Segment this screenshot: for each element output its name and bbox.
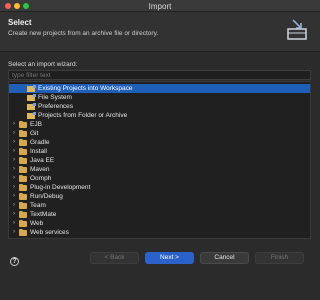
wizard-tree[interactable]: ▾ Existing Projects into Workspace File …	[8, 81, 311, 239]
tree-group[interactable]: › Web	[9, 219, 310, 228]
folder-icon	[19, 193, 27, 200]
next-button[interactable]: Next >	[145, 252, 194, 264]
chevron-right-icon[interactable]: ›	[11, 192, 17, 201]
tree-group[interactable]: › Git	[9, 129, 310, 138]
tree-group-label: Oomph	[30, 175, 52, 182]
chevron-right-icon[interactable]: ›	[11, 201, 17, 210]
folder-icon	[19, 121, 27, 128]
tree-group-label: Git	[30, 130, 39, 137]
folder-icon	[19, 166, 27, 173]
folder-icon	[19, 130, 27, 137]
tree-group[interactable]: › Maven	[9, 165, 310, 174]
import-dialog: Import Select Create new projects from a…	[0, 0, 320, 300]
help-icon[interactable]: ?	[10, 257, 19, 266]
tree-group[interactable]: › Gradle	[9, 138, 310, 147]
tree-item-label: Preferences	[38, 103, 74, 110]
wizard-list-label: Select an import wizard:	[8, 61, 78, 68]
page-description: Create new projects from an archive file…	[8, 30, 159, 37]
wizard-icon	[27, 85, 36, 92]
finish-button[interactable]: Finish	[255, 252, 304, 264]
tree-group-label: Plug-in Development	[30, 184, 91, 191]
tree-group-label: Team	[30, 202, 46, 209]
tree-group-label: Install	[30, 148, 47, 155]
wizard-header: Select Create new projects from an archi…	[0, 12, 320, 52]
tree-group[interactable]: › Team	[9, 201, 310, 210]
tree-group-label: Run/Debug	[30, 193, 63, 200]
tree-item-label: File System	[38, 94, 72, 101]
wizard-icon	[27, 94, 36, 101]
tree-group-label: EJB	[30, 121, 42, 128]
tree-item[interactable]: Existing Projects into Workspace	[9, 84, 310, 93]
tree-group-label: Maven	[30, 166, 50, 173]
tree-group[interactable]: › Install	[9, 147, 310, 156]
tree-group-label: Gradle	[30, 139, 50, 146]
tree-group[interactable]: › EJB	[9, 120, 310, 129]
tree-group[interactable]: › Oomph	[9, 174, 310, 183]
tree-item[interactable]: File System	[9, 93, 310, 102]
tree-item-label: Existing Projects into Workspace	[38, 85, 133, 92]
chevron-right-icon[interactable]: ›	[11, 183, 17, 192]
folder-icon	[19, 202, 27, 209]
chevron-right-icon[interactable]: ›	[11, 165, 17, 174]
chevron-right-icon[interactable]: ›	[11, 174, 17, 183]
tree-group[interactable]: › Plug-in Development	[9, 183, 310, 192]
folder-icon	[19, 184, 27, 191]
folder-icon	[19, 157, 27, 164]
folder-icon	[19, 220, 27, 227]
filter-input[interactable]	[8, 70, 311, 80]
chevron-right-icon[interactable]: ›	[11, 156, 17, 165]
chevron-right-icon[interactable]: ›	[11, 210, 17, 219]
tree-group-label: TextMate	[30, 211, 57, 218]
tree-group[interactable]: › Run/Debug	[9, 192, 310, 201]
chevron-right-icon[interactable]: ›	[11, 147, 17, 156]
chevron-right-icon[interactable]: ›	[11, 138, 17, 147]
import-banner-icon	[287, 19, 307, 40]
page-title: Select	[8, 18, 32, 27]
tree-group[interactable]: › Java EE	[9, 156, 310, 165]
back-button[interactable]: < Back	[90, 252, 139, 264]
chevron-right-icon[interactable]: ›	[11, 228, 17, 237]
folder-icon	[19, 175, 27, 182]
folder-icon	[19, 229, 27, 236]
folder-icon	[19, 148, 27, 155]
chevron-right-icon[interactable]: ›	[11, 129, 17, 138]
tree-group[interactable]: › Web services	[9, 228, 310, 237]
wizard-icon	[27, 103, 36, 110]
cancel-button[interactable]: Cancel	[200, 252, 249, 264]
tree-group[interactable]: › TextMate	[9, 210, 310, 219]
tree-group-label: Web services	[30, 229, 69, 236]
tree-item-label: Projects from Folder or Archive	[38, 112, 128, 119]
folder-icon	[19, 139, 27, 146]
tree-item[interactable]: Projects from Folder or Archive	[9, 111, 310, 120]
wizard-icon	[27, 112, 36, 119]
chevron-right-icon[interactable]: ›	[11, 120, 17, 129]
tree-group-label: Java EE	[30, 157, 55, 164]
folder-icon	[19, 211, 27, 218]
tree-group-label: Web	[30, 220, 44, 227]
chevron-right-icon[interactable]: ›	[11, 219, 17, 228]
window-title: Import	[148, 2, 172, 11]
tree-item[interactable]: Preferences	[9, 102, 310, 111]
title-bar: Import	[0, 0, 320, 12]
